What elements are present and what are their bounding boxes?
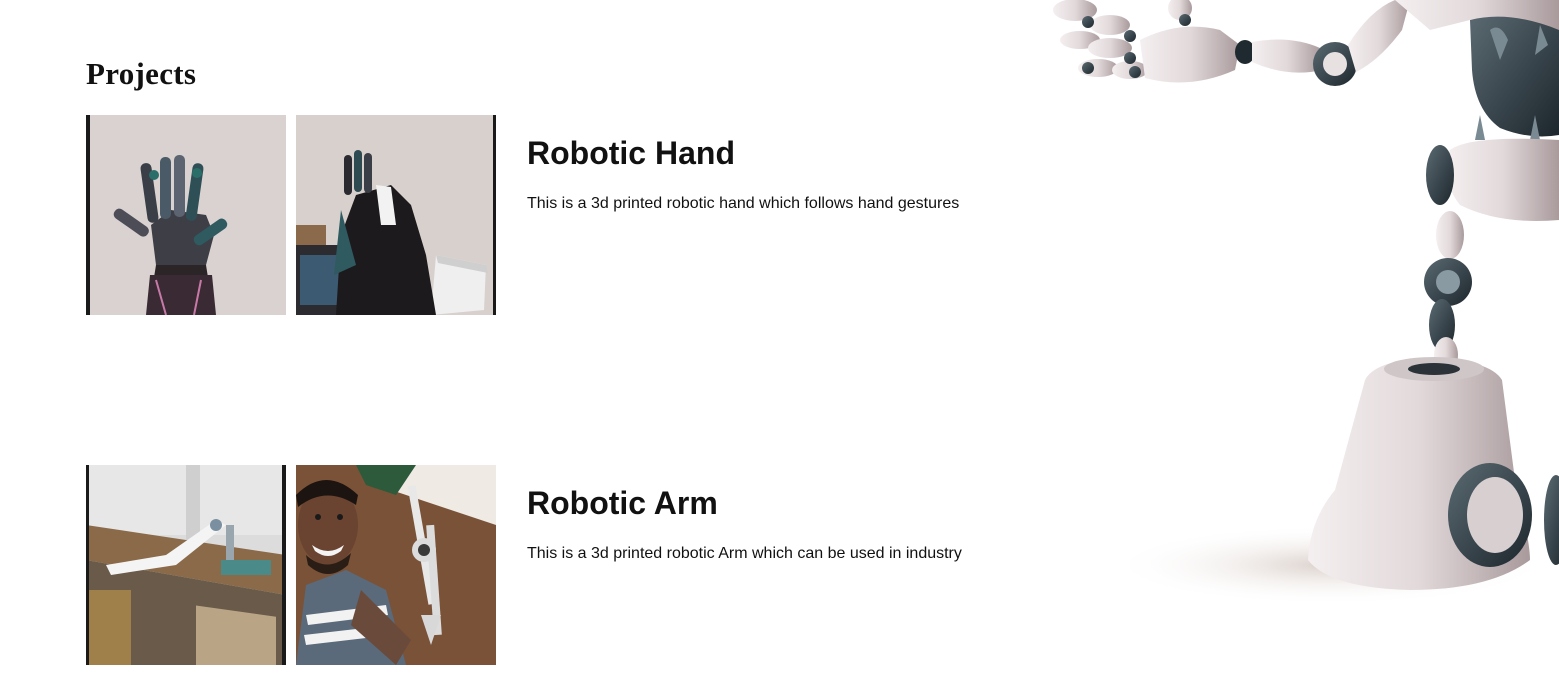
robotic-hand-desk-image [296,115,496,315]
robotic-hand-photo-1[interactable] [86,115,286,315]
project-robotic-arm: Robotic Arm This is a 3d printed robotic… [86,465,1066,665]
robot-icon [1053,0,1559,605]
robot-illustration [1030,0,1559,699]
robotic-arm-selfie-image [296,465,496,665]
robotic-arm-workbench-image [86,465,286,665]
project-title: Robotic Arm [527,485,718,521]
project-description: This is a 3d printed robotic hand which … [527,195,960,212]
project-title: Robotic Hand [527,135,735,171]
robotic-arm-photo-1[interactable] [86,465,286,665]
robotic-hand-photo-2[interactable] [296,115,496,315]
robotic-hand-wall-image [86,115,286,315]
project-robotic-hand: Robotic Hand This is a 3d printed roboti… [86,115,1066,315]
robotic-arm-photo-2[interactable] [296,465,496,665]
project-description: This is a 3d printed robotic Arm which c… [527,545,962,562]
page-title: Projects [86,56,197,91]
